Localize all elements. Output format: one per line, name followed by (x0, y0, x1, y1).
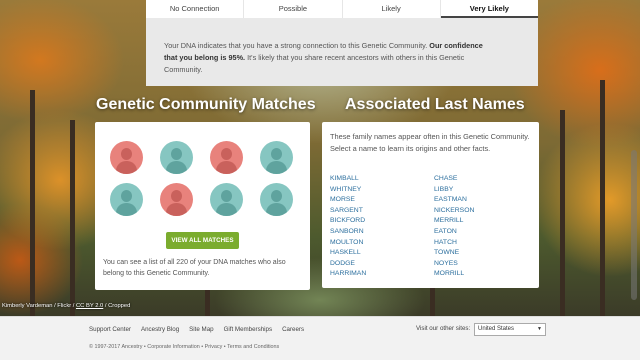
person-body-icon (216, 161, 237, 174)
scrollbar-thumb[interactable] (631, 150, 637, 300)
last-name-link[interactable]: MORRILL (434, 269, 474, 280)
matches-count-note: You can see a list of all 220 of your DN… (103, 259, 286, 277)
match-avatar-icon[interactable] (110, 141, 143, 174)
last-name-link[interactable]: EATON (434, 227, 474, 238)
footer-link[interactable]: Gift Memberships (224, 326, 272, 333)
last-name-link[interactable]: HATCH (434, 238, 474, 249)
last-name-link[interactable]: MOULTON (330, 238, 366, 249)
matches-card: VIEW ALL MATCHES You can see a list of a… (95, 122, 310, 290)
license-link[interactable]: CC BY 2.0 (76, 303, 103, 309)
last-name-link[interactable]: MORSE (330, 195, 366, 206)
last-names-card: These family names appear often in this … (322, 122, 539, 288)
footer: Support Center Ancestry Blog Site Map Gift … (0, 316, 640, 360)
person-body-icon (166, 161, 187, 174)
match-avatar-icon[interactable] (160, 183, 193, 216)
person-body-icon (166, 203, 187, 216)
confidence-level-no-connection: No Connection (146, 0, 245, 18)
person-head-icon (271, 190, 282, 202)
last-name-link[interactable]: DODGE (330, 259, 366, 270)
country-site-select[interactable]: United States ▼ (474, 323, 546, 336)
person-head-icon (171, 148, 182, 160)
confidence-panel: No Connection Possible Likely Very Likel… (146, 0, 538, 86)
confidence-text: Your DNA indicates that you have a stron… (164, 41, 430, 50)
last-name-link[interactable]: CHASE (434, 174, 474, 185)
match-avatar-icon[interactable] (160, 141, 193, 174)
match-avatar-icon[interactable] (210, 183, 243, 216)
last-name-link[interactable]: LIBBY (434, 185, 474, 196)
last-names-intro: These family names appear often in this … (330, 132, 530, 153)
photo-credit-suffix: / Cropped (103, 303, 131, 309)
dropdown-caret-icon: ▼ (537, 326, 542, 332)
photo-credit-author: Kimberly Vardeman / Flickr / (2, 303, 76, 309)
person-body-icon (116, 161, 137, 174)
footer-link[interactable]: Ancestry Blog (141, 326, 179, 333)
confidence-level-likely: Likely (343, 0, 441, 18)
last-name-link[interactable]: MERRILL (434, 216, 474, 227)
last-name-link[interactable]: HARRIMAN (330, 269, 366, 280)
confidence-level-very-likely: Very Likely (440, 0, 538, 18)
person-head-icon (221, 148, 232, 160)
match-avatars (110, 141, 295, 216)
last-names-column-left: KIMBALL WHITNEY MORSE SARGENT BICKFORD SANBOR… (330, 174, 366, 280)
match-avatar-icon[interactable] (110, 183, 143, 216)
matches-heading: Genetic Community Matches (96, 96, 316, 113)
person-head-icon (121, 148, 132, 160)
match-avatar-icon[interactable] (210, 141, 243, 174)
last-name-link[interactable]: TOWNE (434, 248, 474, 259)
last-name-link[interactable]: EASTMAN (434, 195, 474, 206)
person-head-icon (121, 190, 132, 202)
confidence-description: Your DNA indicates that you have a stron… (164, 40, 494, 76)
last-name-link[interactable]: SANBORN (330, 227, 366, 238)
footer-link[interactable]: Careers (282, 326, 304, 333)
person-head-icon (171, 190, 182, 202)
match-avatar-icon[interactable] (260, 141, 293, 174)
last-name-link[interactable]: BICKFORD (330, 216, 366, 227)
photo-credit: Kimberly Vardeman / Flickr / CC BY 2.0 /… (2, 303, 130, 309)
person-body-icon (266, 203, 287, 216)
last-name-link[interactable]: WHITNEY (330, 185, 366, 196)
last-name-link[interactable]: KIMBALL (330, 174, 366, 185)
last-name-link[interactable]: NOYES (434, 259, 474, 270)
person-body-icon (116, 203, 137, 216)
person-body-icon (216, 203, 237, 216)
other-sites-label: Visit our other sites: (416, 325, 471, 332)
view-all-matches-button[interactable]: VIEW ALL MATCHES (166, 232, 239, 249)
footer-links: Support Center Ancestry Blog Site Map Gift … (89, 326, 304, 333)
last-names-column-right: CHASE LIBBY EASTMAN NICKERSON MERRILL EATON HA… (434, 174, 474, 280)
legal-text: © 1997-2017 Ancestry • Corporate Informa… (89, 344, 280, 350)
person-head-icon (271, 148, 282, 160)
footer-link[interactable]: Site Map (189, 326, 213, 333)
site-select-value: United States (478, 326, 515, 332)
person-body-icon (266, 161, 287, 174)
footer-link[interactable]: Support Center (89, 326, 131, 333)
last-names-heading: Associated Last Names (345, 96, 525, 113)
last-name-link[interactable]: SARGENT (330, 206, 366, 217)
last-name-link[interactable]: NICKERSON (434, 206, 474, 217)
confidence-scale: No Connection Possible Likely Very Likel… (146, 0, 538, 18)
person-head-icon (221, 190, 232, 202)
confidence-level-possible: Possible (244, 0, 343, 18)
match-avatar-icon[interactable] (260, 183, 293, 216)
last-name-link[interactable]: HASKELL (330, 248, 366, 259)
